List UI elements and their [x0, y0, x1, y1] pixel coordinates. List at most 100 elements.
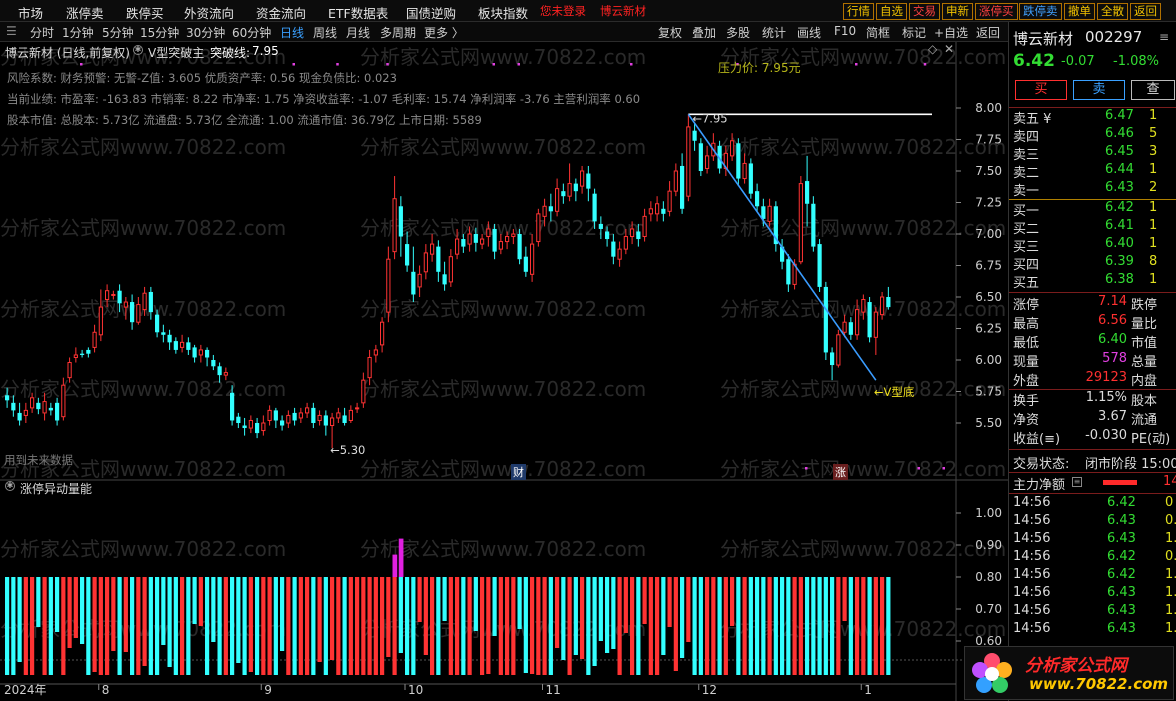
menu-toggle-icon[interactable]: ☰: [6, 24, 17, 38]
tool-quote-button[interactable]: 行情: [843, 3, 874, 20]
bid3-price[interactable]: 6.40: [1105, 236, 1134, 251]
menu-item-foreign-flow[interactable]: 外资流向: [184, 3, 234, 22]
time-axis: 2024年 8 9 10 11 12 1: [0, 683, 956, 697]
kline-chart[interactable]: 分析家公式网www.70822.com 分析家公式网www.70822.com 分析…: [0, 42, 1008, 701]
period-tab-timeshare[interactable]: 分时: [30, 24, 54, 41]
volume-bar: [730, 577, 735, 626]
volume-bar: [492, 577, 497, 636]
tick-time: 14:56: [1013, 621, 1051, 636]
limit-up-marker[interactable]: 涨: [833, 464, 848, 480]
close-pane-icon[interactable]: ✕: [944, 42, 954, 56]
watermark-text: 分析家公式网www.70822.com: [0, 216, 286, 240]
tick-vol: 1.: [1165, 567, 1176, 582]
menu-item-capital-flow[interactable]: 资金流向: [256, 3, 306, 22]
bid5-price[interactable]: 6.38: [1105, 272, 1134, 287]
menu-item-sector-index[interactable]: 板块指数: [478, 3, 528, 22]
bid2-price[interactable]: 6.41: [1105, 218, 1134, 233]
menu-item-repo[interactable]: 国债逆购: [406, 3, 456, 22]
buy-button[interactable]: 买: [1015, 80, 1067, 100]
ask5-price[interactable]: 6.47: [1105, 108, 1134, 123]
diamond-icon[interactable]: ◇: [928, 42, 937, 56]
menu-item-market[interactable]: 市场: [18, 3, 43, 22]
volume-bar: [836, 577, 841, 675]
period-tab-1min[interactable]: 1分钟: [62, 24, 94, 41]
candle: [567, 163, 572, 202]
btn-adjust[interactable]: 复权: [658, 24, 682, 41]
volume-bar: [530, 577, 535, 674]
btn-mark[interactable]: 标记: [902, 24, 926, 41]
login-status[interactable]: 您未登录: [540, 3, 586, 19]
candle: [23, 402, 28, 423]
volume-bar: [111, 577, 116, 651]
indicator-name[interactable]: V型突破主: [148, 44, 204, 61]
btn-f10[interactable]: F10: [834, 24, 856, 38]
candle: [755, 183, 760, 212]
bid1-price[interactable]: 6.42: [1105, 200, 1134, 215]
period-tab-5min[interactable]: 5分钟: [102, 24, 134, 41]
tool-apply-button[interactable]: 申新: [942, 3, 973, 20]
volume-bar: [586, 577, 591, 675]
volume-bar: [511, 577, 516, 675]
candle: [867, 297, 872, 343]
volume-bar: [823, 577, 828, 675]
query-button[interactable]: 查: [1131, 80, 1175, 100]
volume-bar: [767, 577, 772, 675]
tool-all-button[interactable]: 全散: [1097, 3, 1128, 20]
period-tab-weekly[interactable]: 周线: [313, 24, 337, 41]
candle: [317, 410, 322, 426]
ask4-vol: 5: [1149, 126, 1158, 141]
tool-cancel-button[interactable]: 撤单: [1064, 3, 1095, 20]
bid1-vol: 1: [1149, 200, 1158, 215]
flower-logo-icon: [972, 653, 1012, 693]
tool-limit-down-sell-button[interactable]: 跌停卖: [1019, 3, 1062, 20]
volume-bar: [598, 577, 603, 641]
settings-icon[interactable]: ✱: [133, 45, 143, 55]
period-tab-15min[interactable]: 15分钟: [140, 24, 179, 41]
period-tab-daily[interactable]: 日线: [280, 24, 304, 41]
flow-menu-icon[interactable]: ≡: [1072, 477, 1082, 487]
btn-add-watch[interactable]: +自选: [934, 24, 968, 41]
period-tab-more[interactable]: 更多 〉: [424, 24, 464, 41]
volume-bar: [886, 577, 891, 675]
sub-settings-icon[interactable]: ✱: [5, 481, 15, 491]
period-tab-30min[interactable]: 30分钟: [186, 24, 225, 41]
tick-price: 6.43: [1107, 585, 1136, 600]
period-tab-60min[interactable]: 60分钟: [232, 24, 271, 41]
bid4-label: 买四: [1013, 258, 1040, 273]
tool-limit-up-buy-button[interactable]: 涨停买: [975, 3, 1018, 20]
volume-bar: [705, 577, 710, 675]
period-tab-multi[interactable]: 多周期: [380, 24, 416, 41]
menu-item-etf-table[interactable]: ETF数据表: [328, 3, 388, 22]
ask4-price[interactable]: 6.46: [1105, 126, 1134, 141]
btn-multi-stock[interactable]: 多股: [726, 24, 750, 41]
tool-watchlist-button[interactable]: 自选: [876, 3, 907, 20]
menu-dots-icon[interactable]: ≡: [1159, 30, 1169, 44]
volume-bar: [373, 577, 378, 675]
volume-bar: [198, 577, 203, 626]
btn-stats[interactable]: 统计: [762, 24, 786, 41]
price-tick-label: 7.50: [975, 164, 1002, 178]
btn-draw[interactable]: 画线: [797, 24, 821, 41]
tool-back-button[interactable]: 返回: [1130, 3, 1161, 20]
flow-bar: [1103, 480, 1137, 485]
btn-overlay[interactable]: 叠加: [692, 24, 716, 41]
tool-trade-button[interactable]: 交易: [909, 3, 940, 20]
btn-simple-frame[interactable]: 简框: [866, 24, 890, 41]
sell-button[interactable]: 卖: [1073, 80, 1125, 100]
sub-indicator-title[interactable]: 涨停异动量能: [20, 480, 92, 497]
menu-item-limit-up-sell[interactable]: 涨停卖: [66, 3, 104, 22]
volume-bar: [142, 577, 147, 666]
ask2-price[interactable]: 6.44: [1105, 162, 1134, 177]
ask2-vol: 1: [1149, 162, 1158, 177]
menu-item-limit-down-buy[interactable]: 跌停买: [126, 3, 164, 22]
ask3-price[interactable]: 6.45: [1105, 144, 1134, 159]
finance-marker[interactable]: 财: [511, 464, 526, 480]
volume-bar: [30, 577, 35, 675]
candle: [86, 347, 91, 358]
ask1-price[interactable]: 6.43: [1105, 180, 1134, 195]
price-tick-label: 6.25: [975, 322, 1002, 336]
bid4-price[interactable]: 6.39: [1105, 254, 1134, 269]
btn-return[interactable]: 返回: [976, 24, 1000, 41]
tick-price: 6.42: [1107, 567, 1136, 582]
period-tab-monthly[interactable]: 月线: [346, 24, 370, 41]
